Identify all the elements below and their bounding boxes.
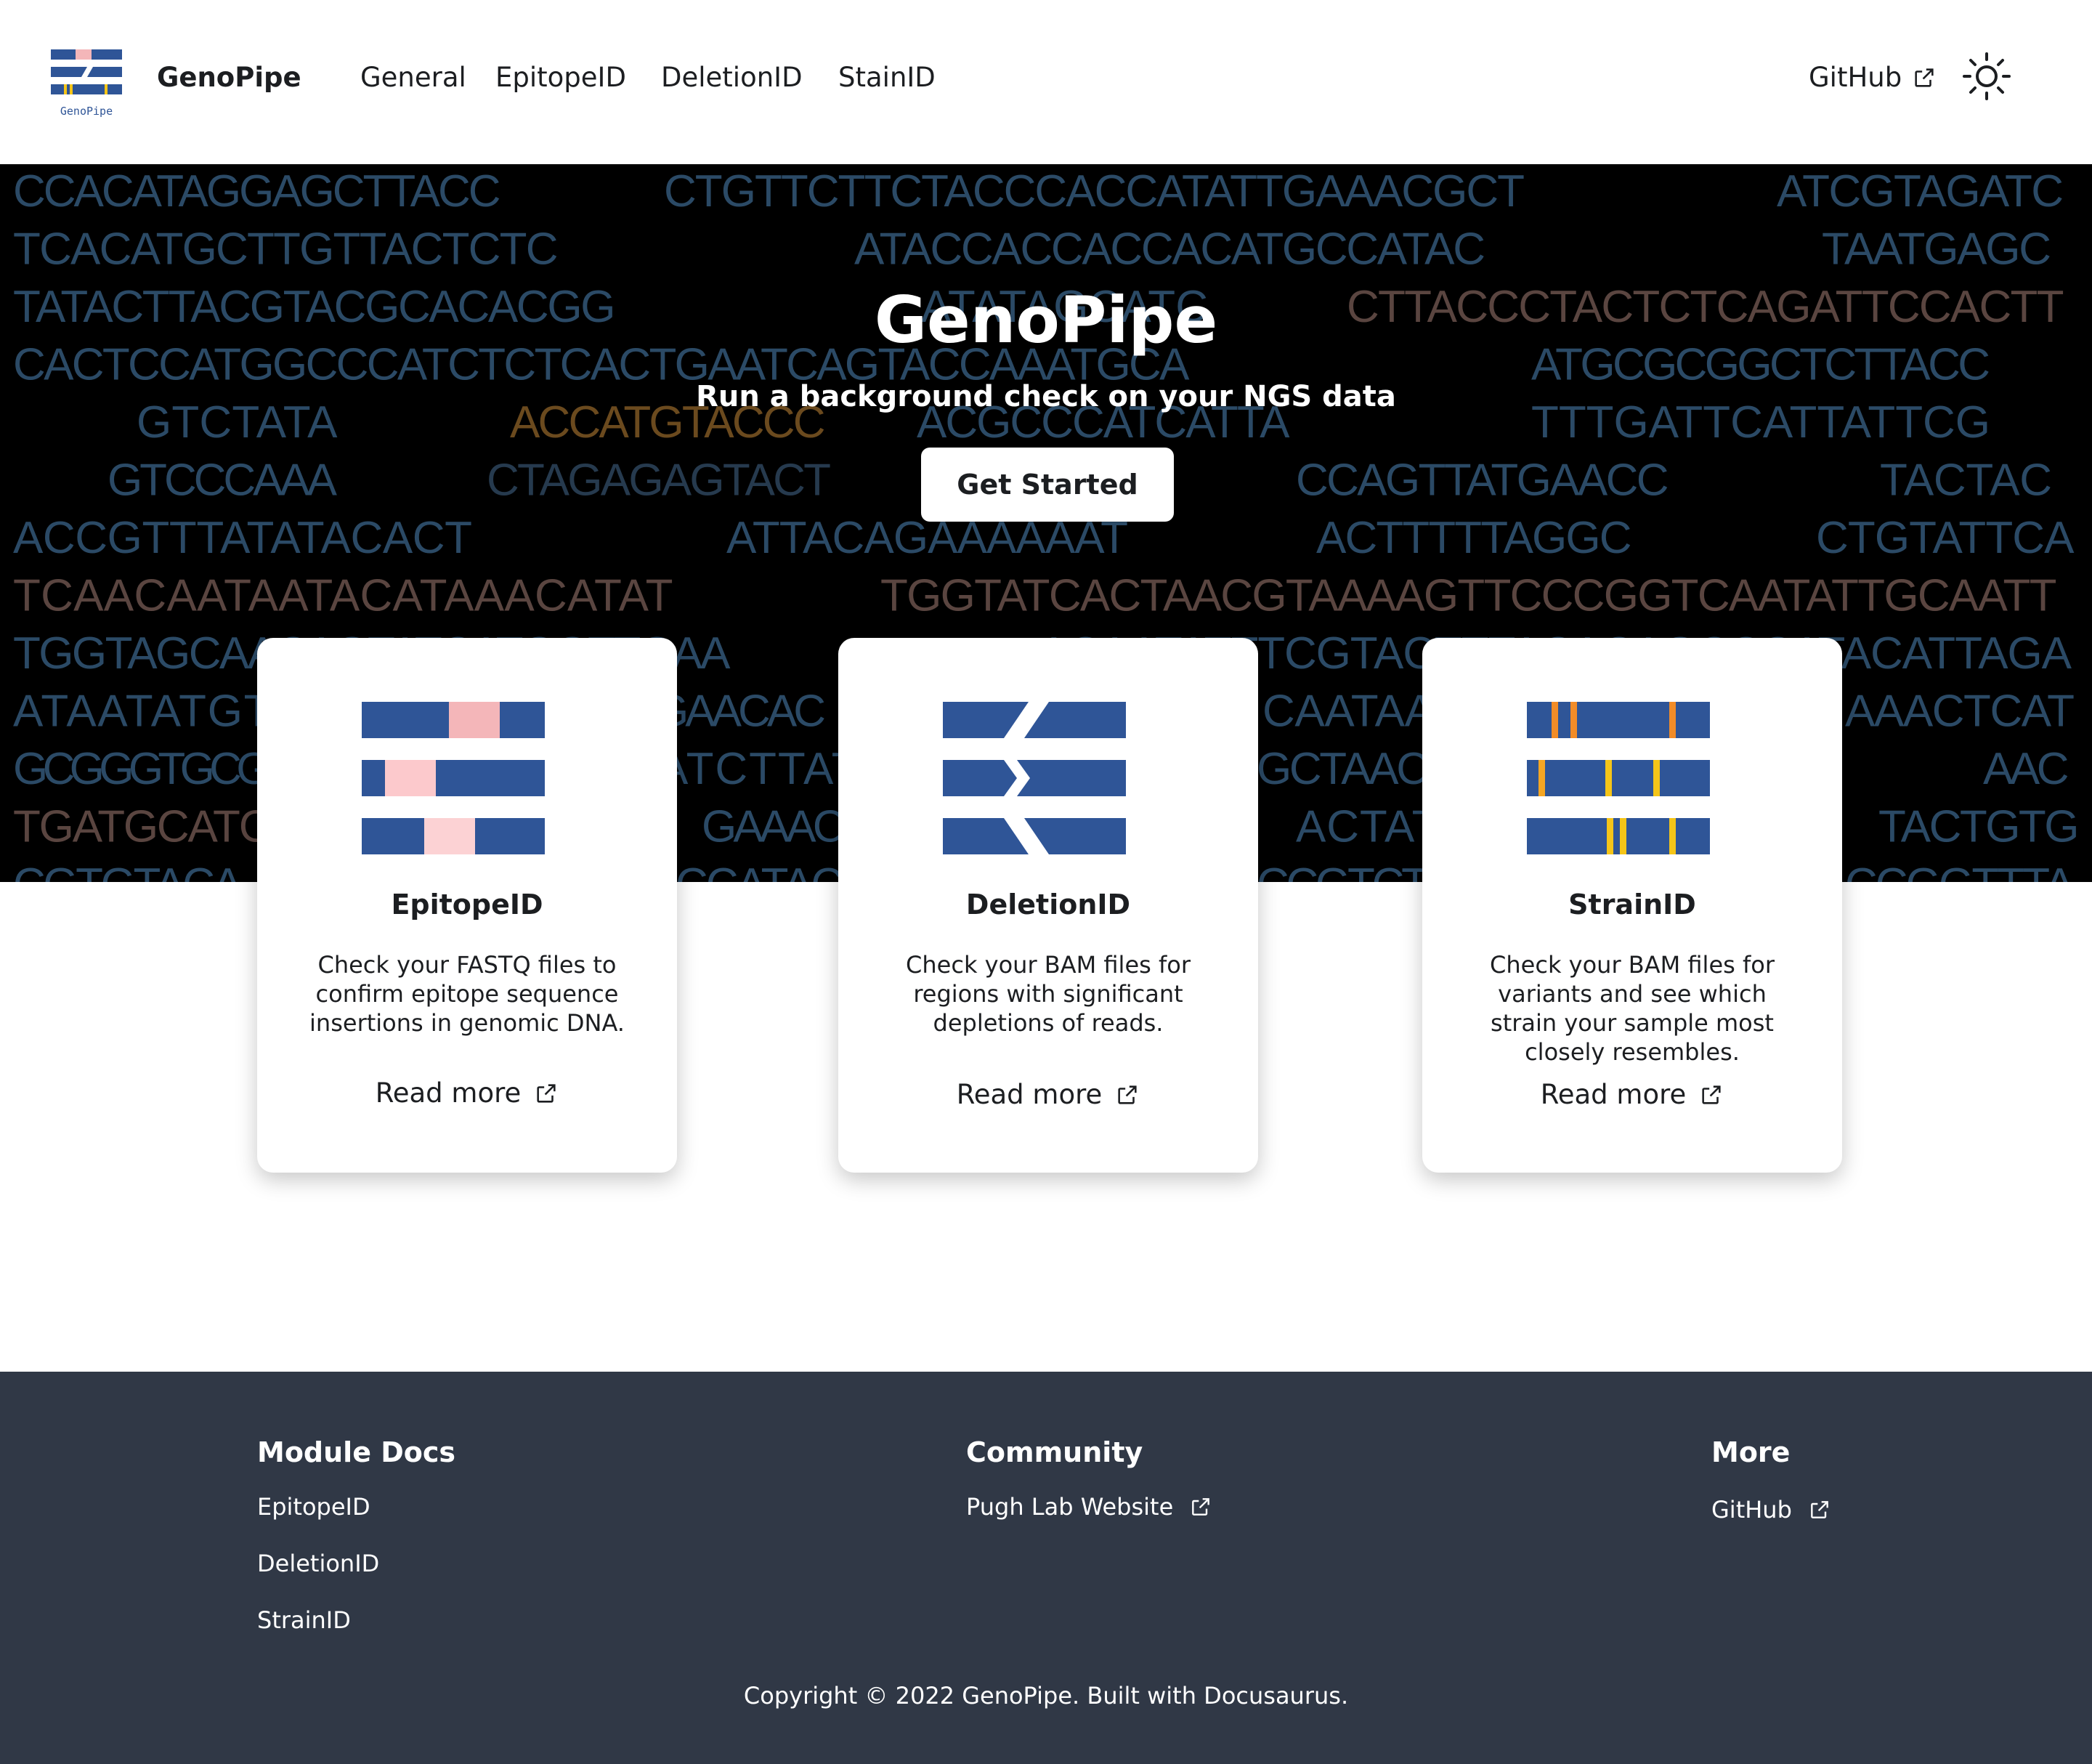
- card-description: Check your BAM files for regions with si…: [906, 951, 1191, 1037]
- dna-sequence-text: AAACTCAT: [1845, 687, 2075, 737]
- hero-title: GenoPipe: [874, 283, 1218, 357]
- card-description: Check your FASTQ files to confirm epitop…: [309, 951, 625, 1037]
- footer-link-epitopeid[interactable]: EpitopeID: [257, 1491, 370, 1523]
- dna-sequence-text: ACTTTTTAGGC: [1316, 513, 1632, 563]
- nav-link-stainid[interactable]: StainID: [838, 60, 936, 96]
- nav-link-epitopeid[interactable]: EpitopeID: [495, 60, 626, 96]
- dna-sequence-text: CCGTCT: [1257, 859, 1429, 882]
- footer-link-label: GitHub: [1711, 1496, 1792, 1524]
- card-title: StrainID: [1568, 889, 1696, 921]
- dna-sequence-text: AAC: [1983, 744, 2069, 794]
- read-more-link[interactable]: Read more: [838, 1077, 1258, 1113]
- card-title: EpitopeID: [391, 889, 543, 921]
- brand-title[interactable]: GenoPipe: [157, 60, 301, 96]
- deletionid-icon: [943, 702, 1126, 854]
- external-link-icon: [1915, 68, 1934, 87]
- dna-sequence-text: TACTAC: [1880, 456, 2052, 506]
- footer-column-title: Module Docs: [257, 1436, 455, 1468]
- card-epitopeid: EpitopeID Check your FASTQ files to conf…: [257, 638, 677, 1173]
- read-more-link[interactable]: Read more: [1422, 1077, 1842, 1113]
- footer: Module Docs EpitopeID DeletionID StrainI…: [0, 1372, 2092, 1764]
- read-more-label: Read more: [375, 1077, 522, 1109]
- dna-sequence-text: CTGTATTCA: [1816, 513, 2075, 563]
- dna-sequence-text: GCTAAC: [1257, 744, 1429, 794]
- footer-link-label: StrainID: [257, 1606, 351, 1634]
- get-started-button[interactable]: Get Started: [921, 448, 1174, 522]
- dna-sequence-text: ACCGTTTATATACACT: [13, 513, 472, 563]
- dna-sequence-text: CAATAA: [1262, 687, 1435, 737]
- hero-subtitle: Run a background check on your NGS data: [696, 380, 1396, 413]
- external-link-icon: [1192, 1498, 1210, 1516]
- footer-column-title: Community: [966, 1436, 1143, 1468]
- external-link-icon: [1118, 1085, 1137, 1104]
- dna-sequence-text: TAATGAGC: [1822, 224, 2051, 275]
- card-strainid: StrainID Check your BAM files for varian…: [1422, 638, 1842, 1173]
- epitopeid-icon: [362, 702, 545, 854]
- dna-sequence-text: GCGGGTGCG: [13, 744, 272, 794]
- footer-link-strainid[interactable]: StrainID: [257, 1604, 351, 1636]
- footer-link-label: DeletionID: [257, 1550, 380, 1577]
- footer-link-label: EpitopeID: [257, 1493, 370, 1521]
- dna-sequence-text: GAAAC: [702, 802, 846, 852]
- dna-sequence-text: TGATGCATC: [13, 802, 272, 852]
- dna-sequence-text: CTAGAGAGTACT: [487, 456, 831, 506]
- footer-link-pugh-lab[interactable]: Pugh Lab Website: [966, 1491, 1212, 1523]
- dna-sequence-text: TCAACAATAATACATAAACATAT: [13, 571, 673, 621]
- read-more-label: Read more: [1540, 1079, 1687, 1110]
- dna-sequence-text: CCAGTTATGAACC: [1296, 456, 1669, 506]
- footer-link-label: Pugh Lab Website: [966, 1493, 1174, 1521]
- card-deletionid: DeletionID Check your BAM files for regi…: [838, 638, 1258, 1173]
- genopipe-logo-icon[interactable]: GenoPipe: [49, 46, 123, 125]
- external-link-icon: [1811, 1501, 1828, 1518]
- card-description: Check your BAM files for variants and se…: [1490, 951, 1775, 1066]
- nav-link-deletionid[interactable]: DeletionID: [661, 60, 803, 96]
- dna-sequence-text: TGGTATCACTAACGTAAAAGTTCCCGGTCAATATTGCAAT…: [880, 571, 2057, 621]
- navbar: GenoPipe GenoPipe General EpitopeID Dele…: [0, 0, 2092, 164]
- footer-link-deletionid[interactable]: DeletionID: [257, 1547, 379, 1579]
- dna-sequence-text: GTCCCAAA: [108, 456, 338, 506]
- nav-link-general[interactable]: General: [360, 60, 466, 96]
- dna-sequence-text: CCGGTTTA: [1845, 859, 2075, 882]
- dna-sequence-text: ATACCACCACCACATGCCATAC: [854, 224, 1485, 275]
- dna-sequence-text: ACTAT: [1296, 802, 1440, 852]
- external-link-icon: [537, 1084, 556, 1103]
- sun-icon[interactable]: [1961, 51, 2012, 102]
- copyright: Copyright © 2022 GenoPipe. Built with Do…: [743, 1682, 1349, 1710]
- read-more-label: Read more: [956, 1079, 1103, 1110]
- dna-sequence-text: CGTGTACA: [13, 859, 243, 882]
- footer-link-github[interactable]: GitHub: [1711, 1494, 1831, 1526]
- dna-sequence-text: ATCGTAGATC: [1777, 166, 2064, 217]
- strainid-icon: [1527, 702, 1710, 854]
- dna-sequence-text: CCACATAGGAGCTTACC: [13, 166, 501, 217]
- github-link-label: GitHub: [1809, 62, 1902, 93]
- read-more-link[interactable]: Read more: [257, 1075, 677, 1112]
- dna-sequence-text: ATCTTAT: [658, 744, 859, 794]
- dna-sequence-text: TACTGTG: [1878, 802, 2080, 852]
- logo-text: GenoPipe: [60, 105, 113, 118]
- github-link[interactable]: GitHub: [1809, 60, 1937, 96]
- dna-sequence-text: CTGTTCTTCTACCCACCATATTGAAACGCT: [664, 166, 1525, 217]
- dna-sequence-text: TCACATGCTTGTTACTCTC: [13, 224, 559, 275]
- dna-sequence-text: GAACAC: [654, 687, 826, 737]
- external-link-icon: [1702, 1085, 1721, 1104]
- card-title: DeletionID: [965, 889, 1131, 921]
- footer-column-title: More: [1711, 1436, 1791, 1468]
